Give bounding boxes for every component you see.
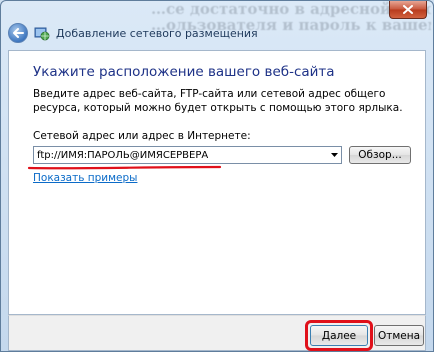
title-bar: Добавление сетевого размещения [8, 23, 258, 43]
address-input[interactable] [34, 148, 327, 162]
address-combobox[interactable] [33, 146, 342, 164]
chevron-down-icon [330, 153, 338, 157]
window-title: Добавление сетевого размещения [56, 26, 258, 40]
cancel-button[interactable]: Отмена [374, 325, 424, 346]
red-underline-annotation [27, 165, 222, 170]
address-dropdown-button[interactable] [327, 147, 341, 163]
dialog-window: …се достаточно в адресной строке набрать… [0, 0, 434, 352]
button-bar: Далее Отмена [8, 315, 426, 351]
address-field-label: Сетевой адрес или адрес в Интернете: [33, 130, 251, 142]
close-button[interactable] [389, 1, 427, 19]
main-content-panel: Укажите расположение вашего веб-сайта Вв… [8, 50, 426, 315]
back-button[interactable] [8, 23, 28, 43]
back-arrow-icon [13, 28, 24, 38]
page-heading: Укажите расположение вашего веб-сайта [33, 64, 335, 80]
close-icon [403, 5, 413, 14]
browse-button[interactable]: Обзор... [349, 146, 411, 164]
description-text: Введите адрес веб-сайта, FTP-сайта или с… [33, 88, 403, 114]
next-button[interactable]: Далее [310, 325, 368, 346]
globe-network-icon [34, 27, 50, 41]
show-examples-link[interactable]: Показать примеры [33, 172, 137, 184]
